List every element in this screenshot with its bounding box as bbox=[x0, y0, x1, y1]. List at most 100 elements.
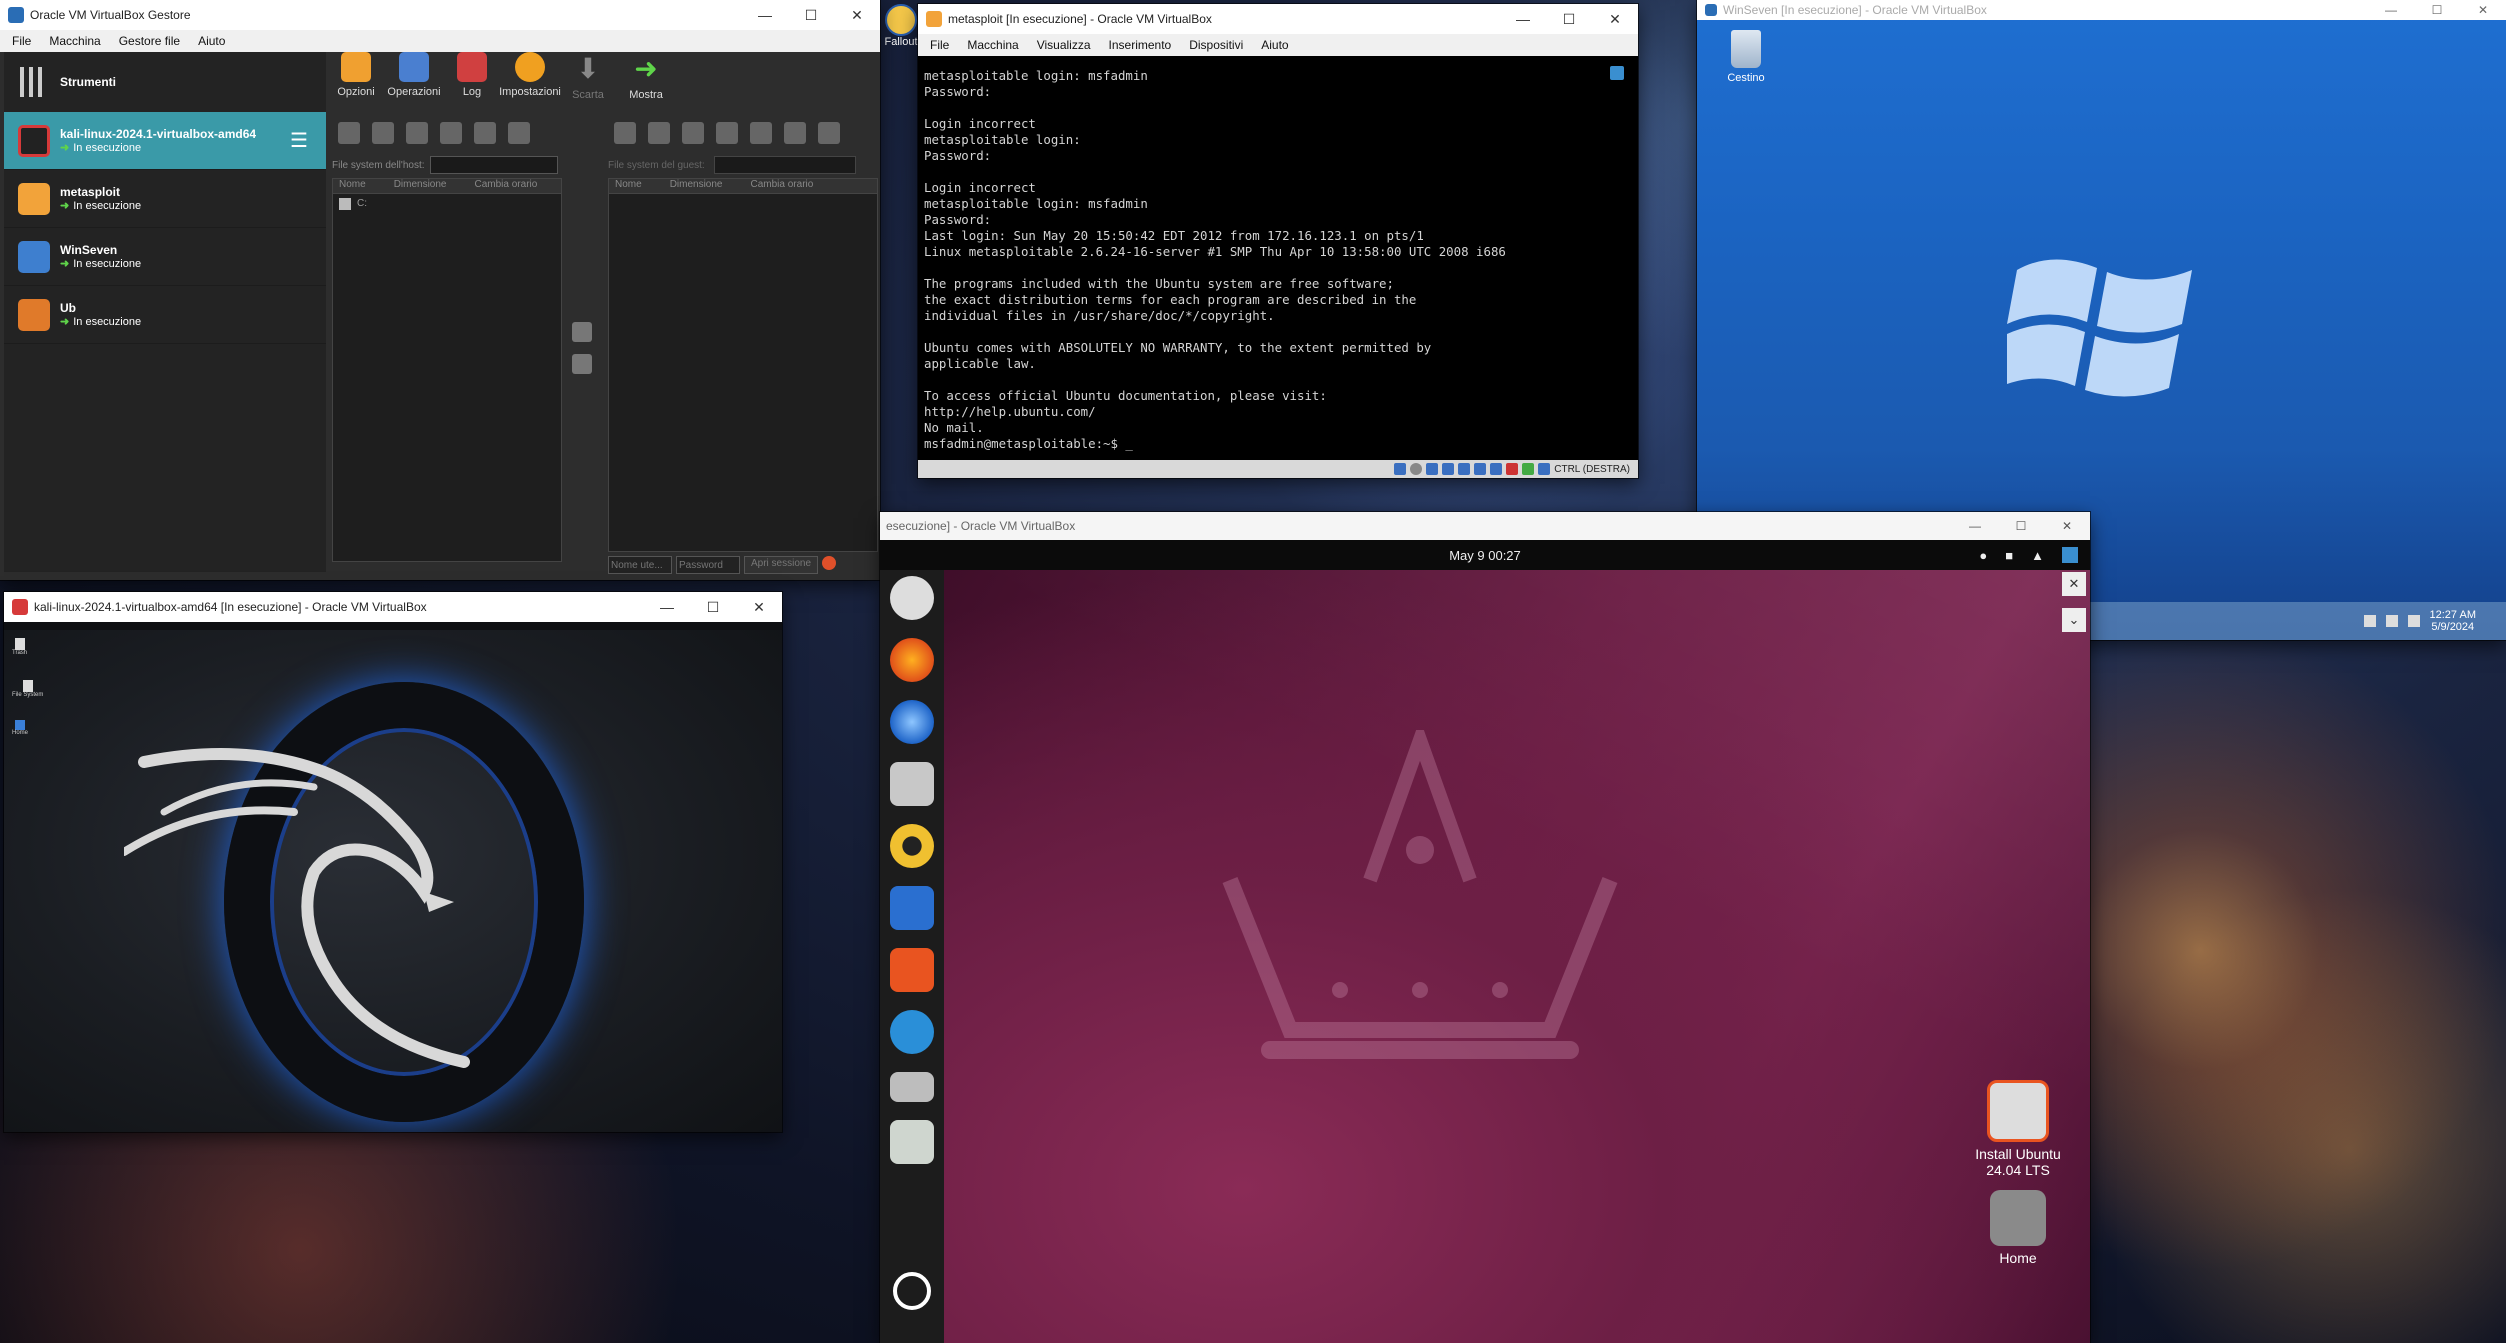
tools-entry[interactable]: Strumenti bbox=[4, 52, 326, 112]
close-button[interactable]: ✕ bbox=[736, 592, 782, 622]
home-icon[interactable] bbox=[648, 122, 670, 144]
network-icon[interactable]: ■ bbox=[2005, 548, 2013, 563]
power-menu-icon[interactable] bbox=[2062, 547, 2078, 563]
username-input[interactable] bbox=[608, 556, 672, 574]
minimize-button[interactable]: — bbox=[742, 0, 788, 30]
shared-folders-icon[interactable] bbox=[1474, 463, 1487, 475]
host-path-input[interactable] bbox=[430, 156, 558, 174]
drive-icon[interactable] bbox=[890, 1072, 934, 1102]
taskbar-clock[interactable]: 12:27 AM 5/9/2024 bbox=[2430, 609, 2476, 633]
close-button[interactable]: ✕ bbox=[1592, 4, 1638, 34]
firefox-icon[interactable] bbox=[890, 638, 934, 682]
vm-row-ub[interactable]: Ub ➜ In esecuzione bbox=[4, 286, 326, 344]
minimize-button[interactable]: — bbox=[1952, 512, 1998, 540]
rhythmbox-icon[interactable] bbox=[890, 824, 934, 868]
menu-file[interactable]: File bbox=[12, 34, 31, 48]
menu-help[interactable]: Aiuto bbox=[1261, 38, 1288, 52]
topbar-clock[interactable]: May 9 00:27 bbox=[1449, 548, 1521, 563]
volume-tray-icon[interactable] bbox=[2407, 615, 2420, 627]
maximize-button[interactable]: ☐ bbox=[690, 592, 736, 622]
settings-button[interactable]: Impostazioni bbox=[499, 52, 561, 114]
network-icon[interactable] bbox=[1442, 463, 1455, 475]
installer-icon[interactable] bbox=[890, 576, 934, 620]
kali-desk-icon[interactable]: File System bbox=[12, 680, 43, 698]
trash-icon[interactable] bbox=[890, 1120, 934, 1164]
cpu-icon[interactable] bbox=[1522, 463, 1535, 475]
writer-icon[interactable] bbox=[890, 886, 934, 930]
optical-drive-icon[interactable] bbox=[1410, 463, 1423, 475]
rename-icon[interactable] bbox=[474, 122, 496, 144]
home-shortcut[interactable]: Home bbox=[1958, 1190, 2078, 1266]
column-size[interactable]: Dimensione bbox=[670, 179, 723, 193]
options-button[interactable]: Opzioni bbox=[330, 52, 382, 114]
refresh-icon[interactable] bbox=[406, 122, 428, 144]
vm-row-kali[interactable]: kali-linux-2024.1-virtualbox-amd64 ➜ In e… bbox=[4, 112, 326, 170]
grid-view-icon[interactable] bbox=[818, 122, 840, 144]
transfer-to-host-icon[interactable] bbox=[572, 354, 592, 374]
recording-icon[interactable] bbox=[1506, 463, 1519, 475]
thunderbird-icon[interactable] bbox=[890, 700, 934, 744]
kali-desktop[interactable]: Trash File System Home bbox=[4, 622, 782, 1132]
menu-devices[interactable]: Dispositivi bbox=[1189, 38, 1243, 52]
menu-help[interactable]: Aiuto bbox=[198, 34, 225, 48]
menu-machine[interactable]: Macchina bbox=[967, 38, 1018, 52]
close-button[interactable]: ✕ bbox=[2044, 512, 2090, 540]
accessibility-icon[interactable]: ● bbox=[1979, 548, 1987, 563]
vm-row-winseven[interactable]: WinSeven ➜ In esecuzione bbox=[4, 228, 326, 286]
menu-file-manager[interactable]: Gestore file bbox=[119, 34, 180, 48]
password-input[interactable] bbox=[676, 556, 740, 574]
close-button[interactable]: ✕ bbox=[2460, 0, 2506, 20]
refresh-icon[interactable] bbox=[682, 122, 704, 144]
menu-file[interactable]: File bbox=[930, 38, 949, 52]
delete-icon[interactable] bbox=[716, 122, 738, 144]
up-arrow-icon[interactable] bbox=[614, 122, 636, 144]
close-button[interactable]: ✕ bbox=[834, 0, 880, 30]
audio-icon[interactable] bbox=[1426, 463, 1439, 475]
notification-expand-button[interactable]: ⌄ bbox=[2062, 608, 2086, 632]
column-modified[interactable]: Cambia orario bbox=[475, 179, 538, 193]
operations-button[interactable]: Operazioni bbox=[387, 52, 441, 114]
help-icon[interactable] bbox=[890, 1010, 934, 1054]
new-folder-icon[interactable] bbox=[508, 122, 530, 144]
rename-icon[interactable] bbox=[750, 122, 772, 144]
display-icon[interactable] bbox=[1490, 463, 1503, 475]
recycle-bin-shortcut[interactable]: Cestino bbox=[1711, 30, 1781, 84]
minimize-button[interactable]: — bbox=[1500, 4, 1546, 34]
install-ubuntu-shortcut[interactable]: Install Ubuntu 24.04 LTS bbox=[1958, 1080, 2078, 1178]
metasploit-terminal[interactable]: metasploitable login: msfadmin Password: L… bbox=[918, 56, 1638, 460]
fallout-desktop-icon[interactable]: Fallout bbox=[884, 4, 918, 62]
menu-view[interactable]: Visualizza bbox=[1037, 38, 1091, 52]
files-icon[interactable] bbox=[890, 762, 934, 806]
maximize-button[interactable]: ☐ bbox=[2414, 0, 2460, 20]
menu-machine[interactable]: Macchina bbox=[49, 34, 100, 48]
hard-disk-icon[interactable] bbox=[1394, 463, 1407, 475]
column-size[interactable]: Dimensione bbox=[394, 179, 447, 193]
volume-icon[interactable]: ▲ bbox=[2031, 548, 2044, 563]
app-center-icon[interactable] bbox=[890, 948, 934, 992]
vm-details-menu-icon[interactable]: ☰ bbox=[290, 128, 312, 153]
vm-row-metasploit[interactable]: metasploit ➜ In esecuzione bbox=[4, 170, 326, 228]
mouse-capture-icon[interactable] bbox=[1538, 463, 1551, 475]
column-name[interactable]: Nome bbox=[339, 179, 366, 193]
up-arrow-icon[interactable] bbox=[338, 122, 360, 144]
minimize-button[interactable]: — bbox=[644, 592, 690, 622]
open-session-button[interactable]: Apri sessione bbox=[744, 556, 819, 574]
ubuntu-desktop[interactable]: ✕ ⌄ Install Ubuntu 24.04 LTS Home bbox=[880, 570, 2090, 1343]
maximize-button[interactable]: ☐ bbox=[788, 0, 834, 30]
log-button[interactable]: Log bbox=[446, 52, 498, 114]
notification-close-button[interactable]: ✕ bbox=[2062, 572, 2086, 596]
minimize-button[interactable]: — bbox=[2368, 0, 2414, 20]
kali-desk-icon[interactable]: Home bbox=[12, 720, 28, 736]
guest-path-input[interactable] bbox=[714, 156, 856, 174]
menu-input[interactable]: Inserimento bbox=[1109, 38, 1172, 52]
show-button[interactable]: ➜ Mostra bbox=[620, 52, 672, 114]
action-center-flag-icon[interactable] bbox=[2363, 615, 2376, 627]
home-icon[interactable] bbox=[372, 122, 394, 144]
maximize-button[interactable]: ☐ bbox=[1998, 512, 2044, 540]
network-tray-icon[interactable] bbox=[2385, 615, 2398, 627]
column-name[interactable]: Nome bbox=[615, 179, 642, 193]
new-folder-icon[interactable] bbox=[784, 122, 806, 144]
show-apps-icon[interactable] bbox=[893, 1272, 931, 1310]
maximize-button[interactable]: ☐ bbox=[1546, 4, 1592, 34]
usb-icon[interactable] bbox=[1458, 463, 1471, 475]
